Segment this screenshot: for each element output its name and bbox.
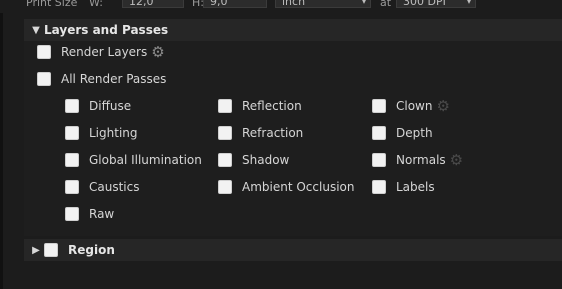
window-left-edge: [0, 0, 3, 289]
pass-checkbox[interactable]: [218, 99, 232, 113]
pass-label: Normals: [396, 153, 446, 167]
pass-checkbox[interactable]: [372, 126, 386, 140]
pass-checkbox[interactable]: [65, 180, 79, 194]
region-checkbox[interactable]: [44, 243, 58, 257]
all-render-passes-checkbox[interactable]: [37, 72, 51, 86]
pass-label: Clown: [396, 99, 433, 113]
pass-label: Global Illumination: [89, 153, 202, 167]
layers-and-passes-title: Layers and Passes: [44, 23, 169, 37]
gear-icon[interactable]: ⚙: [436, 98, 449, 114]
pass-shadow[interactable]: Shadow: [218, 151, 289, 169]
chevron-down-icon: ▾: [466, 0, 471, 6]
pass-checkbox[interactable]: [372, 180, 386, 194]
pass-raw[interactable]: Raw: [65, 205, 114, 223]
pass-checkbox[interactable]: [65, 99, 79, 113]
print-size-label: Print Size: [26, 0, 78, 9]
pass-label: Labels: [396, 180, 435, 194]
pass-checkbox[interactable]: [218, 153, 232, 167]
chevron-down-icon: ▾: [361, 0, 366, 6]
pass-label: Reflection: [242, 99, 302, 113]
pass-checkbox[interactable]: [65, 207, 79, 221]
pass-depth[interactable]: Depth: [372, 124, 433, 142]
region-header[interactable]: ▶ Region: [24, 239, 562, 261]
pass-checkbox[interactable]: [65, 126, 79, 140]
gear-icon[interactable]: ⚙: [151, 44, 164, 60]
at-label: at: [380, 0, 392, 9]
pass-checkbox[interactable]: [218, 126, 232, 140]
gear-icon[interactable]: ⚙: [450, 152, 463, 168]
pass-checkbox[interactable]: [372, 153, 386, 167]
pass-checkbox[interactable]: [65, 153, 79, 167]
pass-global-illumination[interactable]: Global Illumination: [65, 151, 202, 169]
pass-label: Caustics: [89, 180, 140, 194]
pass-reflection[interactable]: Reflection: [218, 97, 302, 115]
unit-select[interactable]: inch ▾: [275, 0, 371, 8]
pass-checkbox[interactable]: [372, 99, 386, 113]
region-title: Region: [68, 243, 115, 257]
layers-and-passes-header[interactable]: ▼ Layers and Passes: [24, 19, 562, 41]
pass-clown[interactable]: Clown ⚙: [372, 97, 450, 115]
pass-ambient-occlusion[interactable]: Ambient Occlusion: [218, 178, 354, 196]
chevron-right-icon[interactable]: ▶: [28, 245, 44, 256]
pass-label: Ambient Occlusion: [242, 180, 355, 194]
render-layers-option[interactable]: Render Layers ⚙: [37, 43, 165, 61]
width-field[interactable]: 12,0: [122, 0, 184, 8]
pass-label: Shadow: [242, 153, 290, 167]
pass-diffuse[interactable]: Diffuse: [65, 97, 131, 115]
render-layers-checkbox[interactable]: [37, 45, 51, 59]
render-layers-label: Render Layers: [61, 45, 148, 59]
pass-label: Raw: [89, 207, 115, 221]
width-label: W:: [89, 0, 103, 9]
pass-label: Diffuse: [89, 99, 132, 113]
height-field[interactable]: 9,0: [203, 0, 267, 8]
pass-caustics[interactable]: Caustics: [65, 178, 139, 196]
pass-label: Lighting: [89, 126, 138, 140]
pass-label: Depth: [396, 126, 433, 140]
dpi-select-value: 300 DPI: [403, 0, 446, 8]
dpi-select[interactable]: 300 DPI ▾: [396, 0, 476, 8]
all-render-passes-option[interactable]: All Render Passes: [37, 70, 166, 88]
pass-lighting[interactable]: Lighting: [65, 124, 138, 142]
all-render-passes-label: All Render Passes: [61, 72, 167, 86]
chevron-down-icon: ▼: [32, 24, 40, 36]
print-size-toolbar: Print Size W: 12,0 H: 9,0 inch ▾ at 300 …: [0, 0, 562, 13]
pass-refraction[interactable]: Refraction: [218, 124, 303, 142]
pass-checkbox[interactable]: [218, 180, 232, 194]
unit-select-value: inch: [282, 0, 306, 8]
pass-label: Refraction: [242, 126, 304, 140]
pass-normals[interactable]: Normals ⚙: [372, 151, 463, 169]
pass-labels[interactable]: Labels: [372, 178, 435, 196]
